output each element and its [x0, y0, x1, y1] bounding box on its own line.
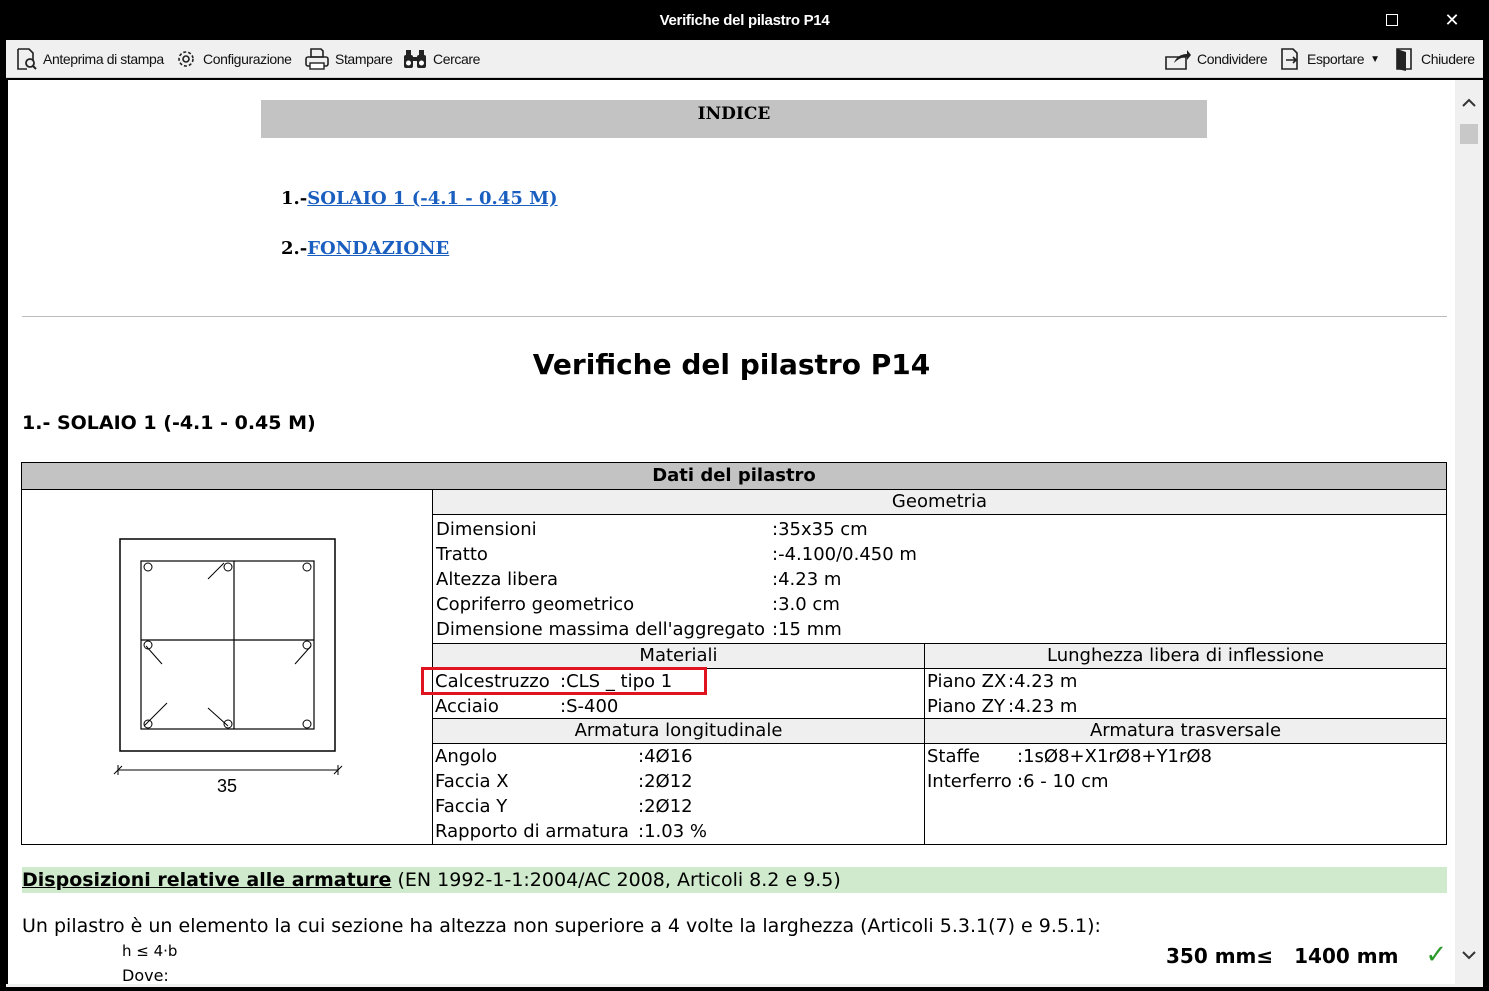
transversal-header: Armatura trasversale: [925, 719, 1446, 743]
check-right: 1400 mm: [1294, 944, 1399, 968]
transversal-value: :6 - 10 cm: [1017, 771, 1109, 792]
export-button[interactable]: Esportare ▼: [1278, 46, 1380, 72]
scroll-down-icon[interactable]: [1461, 948, 1477, 966]
buckling-value: :4.23 m: [1008, 671, 1078, 692]
close-label: Chiudere: [1421, 51, 1475, 67]
search-label: Cercare: [433, 51, 480, 67]
vertical-scrollbar[interactable]: [1455, 80, 1483, 984]
share-label: Condividere: [1197, 51, 1268, 67]
close-button[interactable]: Chiudere: [1392, 46, 1475, 72]
close-icon: ✕: [1444, 10, 1460, 30]
geom-label: Tratto: [436, 544, 488, 565]
geom-label: Dimensioni: [436, 519, 537, 540]
geom-label: Altezza libera: [436, 569, 559, 590]
geom-label: Dimensione massima dell'aggregato: [436, 619, 766, 640]
transversal-label: Staffe: [927, 746, 980, 767]
print-preview-icon: [17, 48, 37, 70]
where-label: Dove:: [122, 966, 169, 984]
geom-value: :15 mm: [772, 619, 842, 640]
toolbar: Anteprima di stampa Configurazione Stamp…: [6, 40, 1483, 78]
materials-header: Materiali: [433, 644, 924, 668]
report-viewer[interactable]: INDICE 1.-SOLAIO 1 (-4.1 - 0.45 M) 2.-FO…: [8, 80, 1455, 984]
formula: h ≤ 4·b: [122, 942, 178, 960]
divider: [22, 316, 1447, 317]
report-title: Verifiche del pilastro P14: [532, 348, 931, 381]
checkmark-icon: ✓: [1425, 940, 1448, 970]
toc-number: 2.-: [281, 238, 308, 259]
check-row: 350 mm≤ 1400 mm ✓: [1166, 940, 1447, 970]
window-bottom-edge: [6, 984, 1483, 987]
material-value: :S-400: [560, 696, 619, 717]
toc-item-fondazione: 2.-FONDAZIONE: [281, 238, 449, 259]
window-title: Verifiche del pilastro P14: [659, 12, 830, 29]
binoculars-icon: [404, 50, 426, 68]
longitudinal-value: :1.03 %: [638, 821, 707, 842]
share-button[interactable]: Condividere: [1164, 46, 1268, 72]
export-label: Esportare: [1307, 51, 1365, 67]
print-preview-label: Anteprima di stampa: [43, 51, 164, 67]
highlight-box: [421, 667, 707, 695]
longitudinal-label: Rapporto di armatura: [435, 821, 629, 842]
door-exit-icon: [1396, 48, 1412, 71]
section-title: 1.- SOLAIO 1 (-4.1 - 0.45 M): [22, 412, 316, 434]
transversal-label: Interferro: [927, 771, 1012, 792]
toc-link-fondazione[interactable]: FONDAZIONE: [307, 238, 449, 259]
geom-value: :35x35 cm: [772, 519, 868, 540]
toc-number: 1.-: [281, 188, 308, 209]
index-header: INDICE: [261, 100, 1207, 138]
print-label: Stampare: [335, 51, 393, 67]
configuration-label: Configurazione: [203, 51, 292, 67]
longitudinal-value: :4Ø16: [638, 746, 693, 767]
title-bar: Verifiche del pilastro P14 ✕: [0, 0, 1489, 40]
toc-item-solaio-1: 1.-SOLAIO 1 (-4.1 - 0.45 M): [281, 188, 558, 209]
gear-icon: [178, 51, 194, 67]
print-preview-button[interactable]: Anteprima di stampa: [14, 46, 164, 72]
longitudinal-value: :2Ø12: [638, 771, 693, 792]
table-header: Dati del pilastro: [22, 463, 1446, 489]
longitudinal-label: Faccia Y: [435, 796, 508, 817]
buckling-label: Piano ZY: [927, 696, 1005, 717]
geom-value: :-4.100/0.450 m: [772, 544, 917, 565]
longitudinal-label: Faccia X: [435, 771, 509, 792]
dispositions-text: Un pilastro è un elemento la cui sezione…: [22, 915, 1101, 937]
buckling-header: Lunghezza libera di inflessione: [925, 644, 1446, 668]
share-icon: [1165, 50, 1191, 70]
scroll-up-icon[interactable]: [1461, 96, 1477, 112]
scrollbar-thumb[interactable]: [1460, 124, 1478, 144]
dispositions-ref: (EN 1992-1-1:2004/AC 2008, Articoli 8.2 …: [391, 869, 841, 891]
geom-label: Copriferro geometrico: [436, 594, 635, 615]
search-button[interactable]: Cercare: [402, 46, 480, 72]
geometry-header: Geometria: [433, 490, 1446, 514]
buckling-label: Piano ZX: [927, 671, 1007, 692]
longitudinal-label: Angolo: [435, 746, 498, 767]
longitudinal-header: Armatura longitudinale: [433, 719, 924, 743]
dimension-label: 35: [217, 776, 237, 796]
toc-link-solaio-1[interactable]: SOLAIO 1 (-4.1 - 0.45 M): [307, 188, 557, 209]
maximize-button[interactable]: [1372, 6, 1412, 34]
dispositions-title[interactable]: Disposizioni relative alle armature: [22, 869, 391, 891]
printer-icon: [305, 48, 329, 70]
column-data-table: Dati del pilastro 35 Geometria Dimension…: [21, 462, 1447, 845]
close-window-button[interactable]: ✕: [1432, 6, 1472, 34]
chevron-down-icon: ▼: [1370, 53, 1380, 65]
transversal-value: :1sØ8+X1rØ8+Y1rØ8: [1017, 746, 1212, 767]
print-button[interactable]: Stampare: [304, 46, 393, 72]
buckling-value: :4.23 m: [1008, 696, 1078, 717]
check-left: 350 mm≤: [1166, 944, 1274, 968]
configuration-button[interactable]: Configurazione: [174, 46, 292, 72]
export-icon: [1281, 48, 1298, 70]
maximize-icon: [1386, 14, 1398, 26]
column-section-drawing: 35: [113, 538, 343, 796]
dispositions-bar: Disposizioni relative alle armature (EN …: [22, 867, 1447, 893]
material-label: Acciaio: [435, 696, 499, 717]
geom-value: :3.0 cm: [772, 594, 840, 615]
longitudinal-value: :2Ø12: [638, 796, 693, 817]
geom-value: :4.23 m: [772, 569, 842, 590]
